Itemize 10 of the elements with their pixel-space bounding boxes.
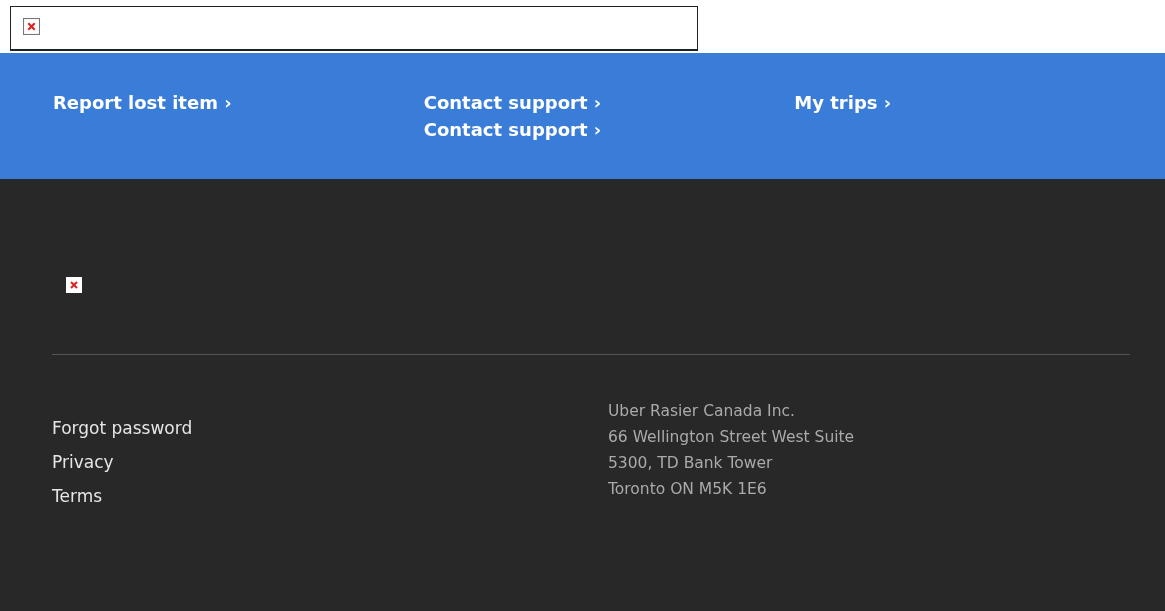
address-line: Uber Rasier Canada Inc. — [608, 401, 795, 422]
address-line: Toronto ON M5K 1E6 — [608, 479, 767, 500]
nav-link[interactable]: Report lost item › — [53, 89, 232, 116]
broken-image-icon — [66, 277, 82, 293]
nav-link[interactable]: Contact support › — [423, 116, 602, 143]
broken-image-icon — [23, 18, 40, 35]
address-line: 5300, TD Bank Tower — [608, 453, 773, 474]
nav-link[interactable]: My trips › — [794, 89, 892, 116]
address-line: 66 Wellington Street West Suite — [608, 427, 855, 448]
nav-link[interactable]: Contact support › — [423, 89, 602, 116]
